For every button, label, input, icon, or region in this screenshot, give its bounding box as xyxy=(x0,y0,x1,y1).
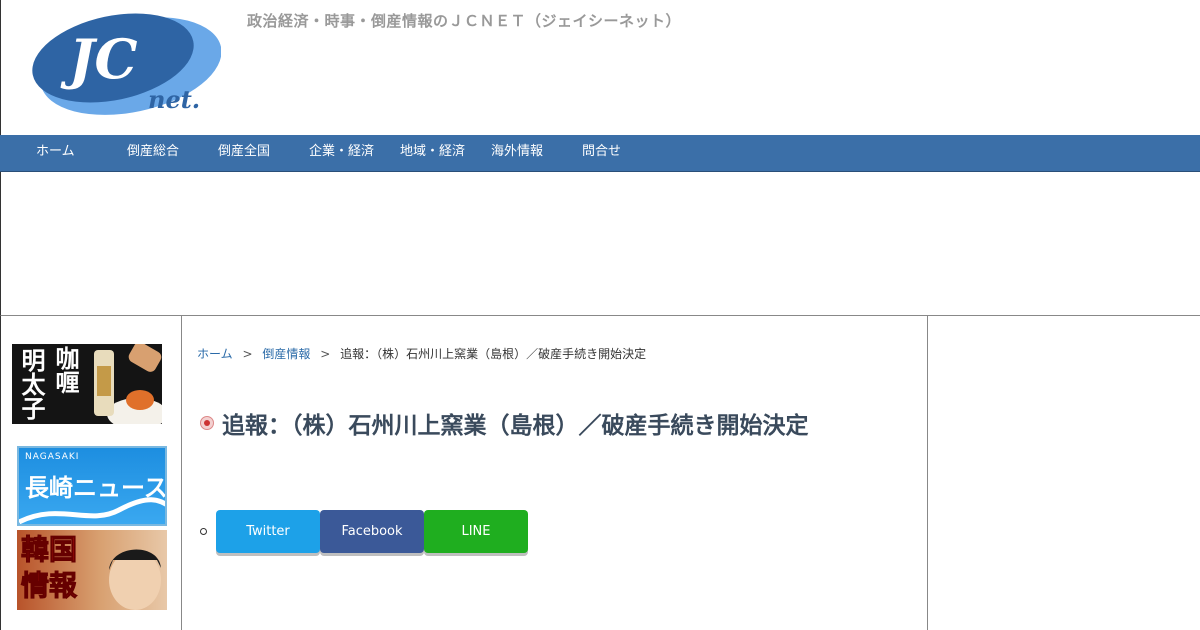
jcnet-logo[interactable]: JC net. xyxy=(31,8,221,118)
banner-mentaiko-title: 明太子 xyxy=(17,348,46,420)
breadcrumb-current: 追報：（株）石州川上窯業（島根）／破産手続き開始決定 xyxy=(340,347,647,361)
twitter-share-button[interactable]: Twitter xyxy=(216,510,320,553)
banner-korea-info[interactable]: 韓国情報 xyxy=(17,530,167,610)
right-sidebar xyxy=(928,316,1200,630)
portrait-icon xyxy=(109,549,161,610)
banner-nagasaki-news[interactable]: NAGASAKI 長崎ニュース xyxy=(17,446,167,526)
logo-net-text: net. xyxy=(148,85,200,114)
nav-item-bankruptcy-general[interactable]: 倒産総合 xyxy=(127,135,179,171)
bullet-icon xyxy=(200,416,214,430)
logo-jc-text: JC xyxy=(60,27,138,91)
facebook-share-button[interactable]: Facebook xyxy=(320,510,424,553)
nav-item-regional-economy[interactable]: 地域・経済 xyxy=(400,135,465,171)
main-nav: ホーム 倒産総合 倒産全国 企業・経済 地域・経済 海外情報 問合せ xyxy=(0,135,1200,172)
left-sidebar: 咖喱 明太子 NAGASAKI 長崎ニュース 韓国情報 xyxy=(0,316,182,630)
breadcrumb-separator: > xyxy=(242,347,253,361)
nav-item-bankruptcy-national[interactable]: 倒産全国 xyxy=(218,135,270,171)
breadcrumb: ホーム > 倒産情報 > 追報：（株）石州川上窯業（島根）／破産手続き開始決定 xyxy=(197,345,646,362)
ad-area xyxy=(0,172,1200,316)
list-bullet-icon xyxy=(200,528,207,535)
site-tagline: 政治経済・時事・倒産情報のＪＣＮＥＴ（ジェイシーネット） xyxy=(247,12,682,30)
breadcrumb-category-link[interactable]: 倒産情報 xyxy=(262,347,310,361)
banner-korea-title: 韓国情報 xyxy=(21,533,78,603)
site-header: JC net. 政治経済・時事・倒産情報のＪＣＮＥＴ（ジェイシーネット） xyxy=(0,0,1200,135)
share-buttons: Twitter Facebook LINE xyxy=(200,510,528,553)
breadcrumb-separator: > xyxy=(320,347,331,361)
main-content: ホーム > 倒産情報 > 追報：（株）石州川上窯業（島根）／破産手続き開始決定 … xyxy=(182,316,928,630)
line-share-button[interactable]: LINE xyxy=(424,510,528,553)
breadcrumb-home-link[interactable]: ホーム xyxy=(197,347,233,361)
nav-item-business-economy[interactable]: 企業・経済 xyxy=(309,135,374,171)
banner-curry-title: 咖喱 xyxy=(51,346,80,394)
banner-nagasaki-small: NAGASAKI xyxy=(25,452,80,462)
wave-icon xyxy=(19,497,165,524)
nav-item-home[interactable]: ホーム xyxy=(36,135,75,171)
banner-curry-mentaiko[interactable]: 咖喱 明太子 xyxy=(12,344,162,424)
article-title: 追報：（株）石州川上窯業（島根）／破産手続き開始決定 xyxy=(222,413,809,439)
article-title-row: 追報：（株）石州川上窯業（島根）／破産手続き開始決定 xyxy=(200,406,809,440)
nav-item-overseas[interactable]: 海外情報 xyxy=(491,135,543,171)
nav-item-contact[interactable]: 問合せ xyxy=(582,135,621,171)
